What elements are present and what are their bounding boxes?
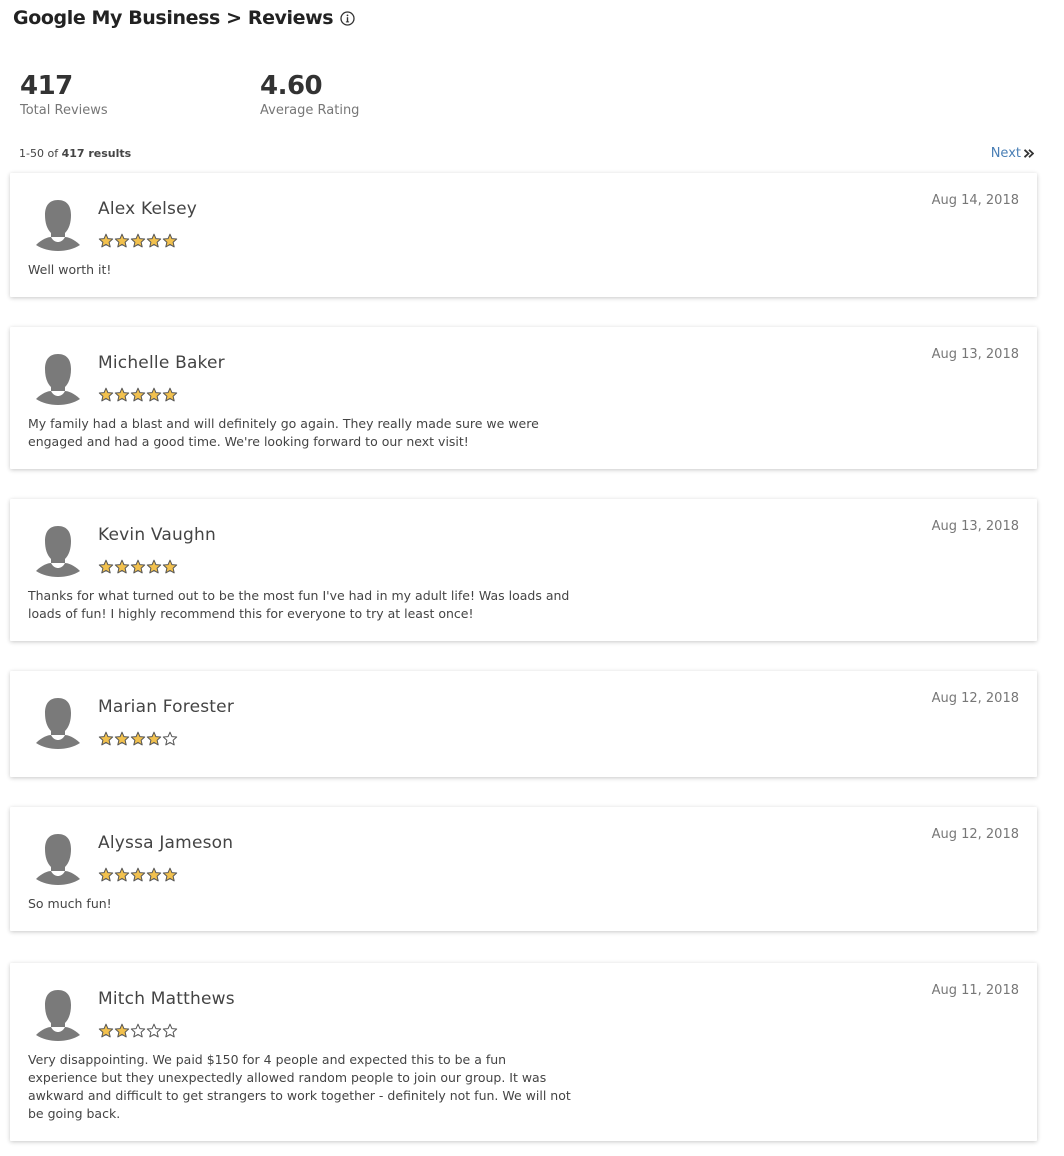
results-total: 417 results (61, 147, 132, 160)
review-text: Thanks for what turned out to be the mos… (28, 588, 570, 621)
review-card: Alex Kelsey Aug 14, 2018 Well worth it! (10, 173, 1037, 297)
reviewer-name: Mitch Matthews (98, 989, 235, 1009)
star-filled-icon (146, 559, 162, 574)
reviewer-name: Alex Kelsey (98, 199, 198, 219)
page-title: Google My Business > Reviews (13, 7, 334, 29)
double-chevron-right-icon (1024, 149, 1034, 158)
review-text: Well worth it! (28, 262, 112, 277)
review-date: Aug 13, 2018 (931, 519, 1019, 534)
next-label: Next (990, 146, 1021, 161)
average-rating-value: 4.60 (260, 71, 323, 101)
star-rating (98, 559, 178, 575)
review-text: Very disappointing. We paid $150 for 4 p… (28, 1052, 571, 1121)
reviewer-name: Alyssa Jameson (98, 833, 234, 853)
results-bar: 1-50 of 417 results Next (19, 146, 1034, 162)
star-empty-icon (162, 731, 178, 746)
results-count: 1-50 of 417 results (19, 147, 131, 160)
star-rating (98, 867, 178, 883)
star-filled-icon (114, 559, 130, 574)
star-filled-icon (98, 387, 114, 402)
page-header: Google My Business > Reviews (13, 5, 355, 31)
star-filled-icon (130, 867, 146, 882)
star-empty-icon (130, 1023, 146, 1038)
avatar-icon (34, 989, 82, 1041)
total-reviews-stat: 417 Total Reviews (20, 70, 108, 119)
avatar-icon (34, 697, 82, 749)
review-date: Aug 14, 2018 (931, 193, 1019, 208)
review-text: So much fun! (28, 896, 112, 911)
star-filled-icon (162, 559, 178, 574)
star-rating (98, 387, 178, 403)
star-filled-icon (146, 233, 162, 248)
star-empty-icon (162, 1023, 178, 1038)
star-filled-icon (114, 387, 130, 402)
review-text: My family had a blast and will definitel… (28, 416, 539, 449)
star-empty-icon (146, 1023, 162, 1038)
review-date: Aug 11, 2018 (931, 983, 1019, 998)
review-card: Michelle Baker Aug 13, 2018 My family had … (10, 327, 1037, 469)
avatar-icon (34, 525, 82, 577)
results-range: 1-50 of (19, 147, 62, 160)
review-card: Mitch Matthews Aug 11, 2018 Very disappoin… (10, 963, 1037, 1141)
review-card: Kevin Vaughn Aug 13, 2018 Thanks for what … (10, 499, 1037, 641)
avatar-icon (34, 199, 82, 251)
star-filled-icon (98, 233, 114, 248)
star-filled-icon (114, 233, 130, 248)
star-filled-icon (162, 233, 178, 248)
star-filled-icon (98, 1023, 114, 1038)
star-filled-icon (146, 867, 162, 882)
total-reviews-value: 417 (20, 71, 73, 101)
star-filled-icon (130, 731, 146, 746)
average-rating-label: Average Rating (260, 103, 360, 118)
star-filled-icon (130, 233, 146, 248)
avatar-icon (34, 353, 82, 405)
star-filled-icon (114, 867, 130, 882)
reviewer-name: Marian Forester (98, 697, 235, 717)
star-filled-icon (162, 387, 178, 402)
total-reviews-label: Total Reviews (20, 103, 108, 118)
star-filled-icon (130, 559, 146, 574)
avatar-icon (34, 833, 82, 885)
star-filled-icon (98, 559, 114, 574)
star-filled-icon (98, 867, 114, 882)
review-card: Alyssa Jameson Aug 12, 2018 So much fun! (10, 807, 1037, 931)
next-page-link[interactable]: Next (991, 146, 1034, 161)
star-rating (98, 1023, 178, 1039)
average-rating-stat: 4.60 Average Rating (260, 70, 359, 119)
reviewer-name: Kevin Vaughn (98, 525, 216, 545)
review-date: Aug 13, 2018 (931, 347, 1019, 362)
review-card: Marian Forester Aug 12, 2018 (10, 671, 1037, 777)
star-rating (98, 731, 178, 747)
star-filled-icon (162, 867, 178, 882)
star-filled-icon (130, 387, 146, 402)
star-filled-icon (146, 387, 162, 402)
info-icon[interactable] (339, 10, 355, 26)
review-date: Aug 12, 2018 (931, 827, 1019, 842)
reviewer-name: Michelle Baker (98, 353, 225, 373)
star-filled-icon (98, 731, 114, 746)
star-filled-icon (114, 731, 130, 746)
star-rating (98, 233, 178, 249)
review-date: Aug 12, 2018 (931, 691, 1019, 706)
star-filled-icon (146, 731, 162, 746)
star-filled-icon (114, 1023, 130, 1038)
